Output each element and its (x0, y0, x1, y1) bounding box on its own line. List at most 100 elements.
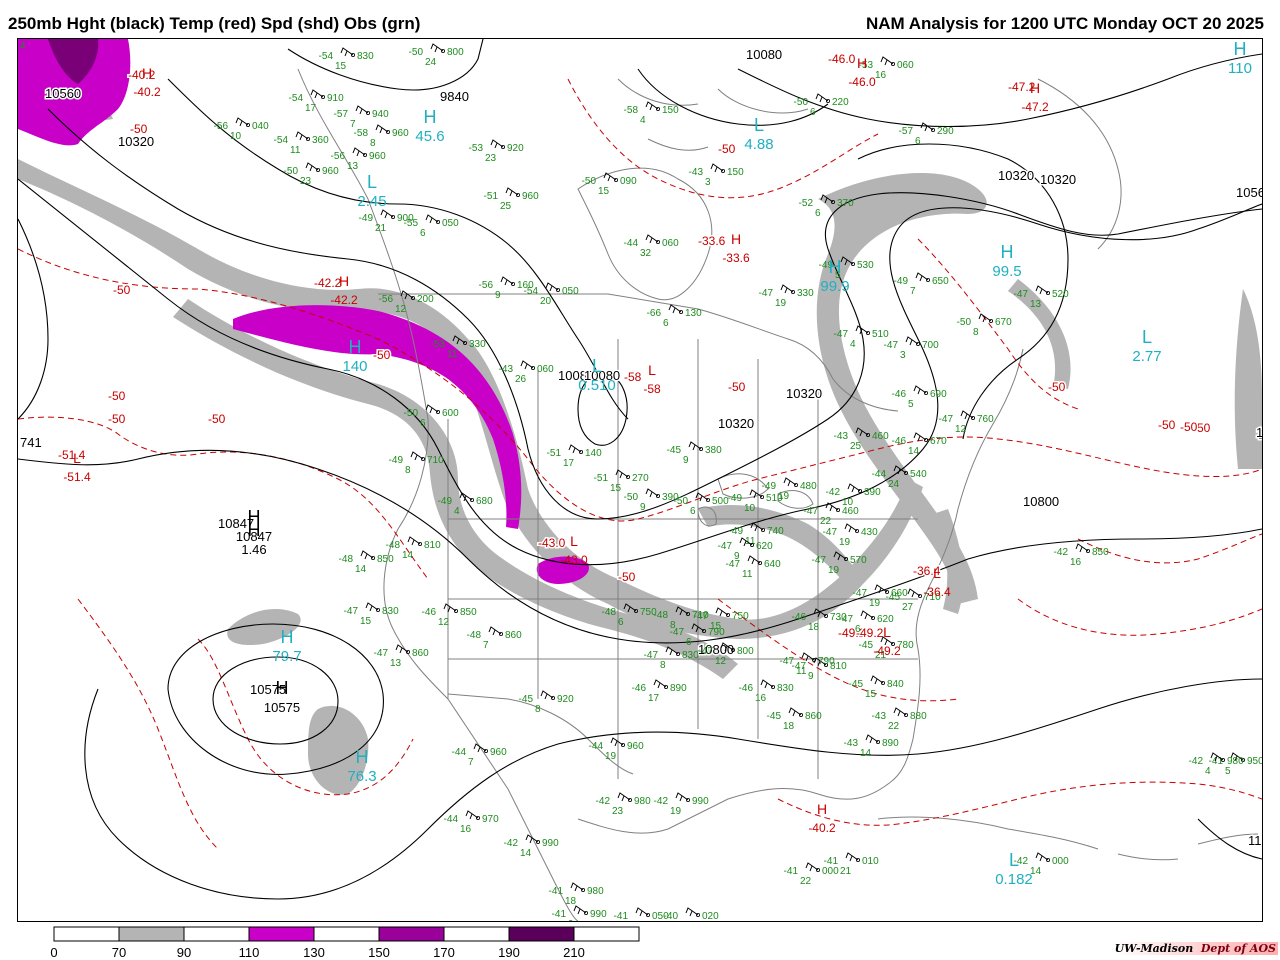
obs-temperature: -56 (479, 280, 494, 291)
obs-height: 530 (857, 260, 874, 271)
obs-secondary-value: 8 (535, 704, 541, 715)
extremum-value: 4.88 (744, 136, 773, 153)
obs-secondary-value: 11 (290, 145, 301, 156)
obs-height: 740 (767, 526, 784, 537)
obs-height: 510 (872, 329, 889, 340)
obs-temperature: -49 (729, 526, 744, 537)
obs-height: 640 (764, 559, 781, 570)
obs-height: 960 (490, 747, 507, 758)
obs-height: 960 (522, 191, 539, 202)
temperature-label: -50 (108, 412, 126, 426)
station-plot: -42 980 23 (596, 792, 651, 817)
obs-height: 050 (562, 286, 579, 297)
obs-secondary-value: 8 (405, 465, 411, 476)
obs-secondary-value: 17 (563, 458, 575, 469)
station-plot: -45 840 15 (849, 675, 904, 700)
obs-secondary-value: 18 (565, 896, 577, 907)
obs-secondary-value: 6 (420, 418, 426, 429)
obs-temperature: -49 (438, 496, 453, 507)
obs-height: 970 (482, 814, 499, 825)
obs-secondary-value: 6 (420, 228, 426, 239)
obs-height: 270 (632, 473, 649, 484)
obs-secondary-value: 23 (485, 153, 497, 164)
obs-secondary-value: 24 (888, 479, 900, 490)
station-plot: -48 850 14 (339, 550, 394, 575)
extremum-value: -49.2 (873, 644, 901, 658)
obs-temperature: -43 (834, 431, 849, 442)
station-plot: -48 810 14 (386, 536, 441, 561)
extremum-marker: H45.6 (415, 107, 444, 145)
height-label: 9840 (440, 89, 469, 104)
station-plot: -44 960 19 (589, 737, 644, 762)
extremum-value: 0.182 (995, 871, 1033, 888)
extremum-value: -46.0 (848, 75, 876, 89)
obs-temperature: -50 (624, 492, 639, 503)
extremum-letter: H (1001, 242, 1014, 262)
extremum-letter: H (731, 231, 741, 247)
extremum-marker: L4.88 (744, 115, 773, 153)
station-plot: -47 640 11 (726, 555, 781, 580)
obs-secondary-value: 10 (230, 131, 242, 142)
caribbean-islands (877, 816, 1259, 861)
obs-temperature: -42 (826, 487, 841, 498)
obs-height: 980 (634, 796, 651, 807)
obs-temperature: -48 (602, 607, 617, 618)
height-label: 10320 (998, 168, 1034, 183)
obs-height: 220 (832, 97, 849, 108)
obs-temperature: -51 (594, 473, 609, 484)
obs-secondary-value: 12 (438, 617, 450, 628)
obs-temperature: -47 (726, 559, 741, 570)
colorbar-segment (248, 926, 315, 942)
extremum-letter: L (883, 624, 891, 640)
obs-temperature: -58 (354, 128, 369, 139)
obs-temperature: -50 (794, 97, 809, 108)
station-plot: -45 860 18 (767, 707, 822, 732)
obs-temperature: -40 (664, 911, 679, 921)
extremum-value: 10847 (236, 529, 272, 544)
obs-secondary-value: 17 (648, 693, 660, 704)
obs-height: 920 (557, 694, 574, 705)
obs-temperature: -42 (1189, 756, 1204, 767)
station-plot: -49 650 7 (894, 272, 949, 297)
obs-temperature: -43 (499, 364, 514, 375)
height-contour-far-west (18, 218, 49, 420)
temp-contour-9 (77, 598, 219, 850)
extremum-letter: H (276, 678, 289, 698)
obs-secondary-value: 8 (660, 660, 666, 671)
obs-temperature: -49 (389, 455, 404, 466)
height-contour-10320-north (737, 53, 1262, 128)
temperature-label: -33.6 (698, 234, 726, 248)
obs-secondary-value: 17 (305, 103, 317, 114)
obs-temperature: -54 (319, 51, 334, 62)
obs-height: 060 (897, 60, 914, 71)
extremum-letter: L (754, 115, 764, 135)
station-plot: -47 700 3 (884, 336, 939, 361)
obs-secondary-value: 9 (495, 290, 501, 301)
station-plot: -45 920 8 (519, 690, 574, 715)
temperature-label: -50 (108, 389, 126, 403)
station-plot: -54 360 11 (274, 131, 329, 156)
extremum-letter: L (933, 565, 941, 581)
height-label: 10800 (1023, 494, 1059, 509)
obs-height: 960 (369, 151, 386, 162)
obs-secondary-value: 9 (683, 455, 689, 466)
obs-height: 980 (1227, 756, 1244, 767)
obs-height: 760 (977, 414, 994, 425)
obs-temperature: -46 (422, 607, 437, 618)
extremum-marker: L2.45 (357, 172, 386, 210)
obs-secondary-value: 5 (908, 399, 914, 410)
obs-secondary-value: 22 (888, 721, 900, 732)
obs-temperature: -49 (894, 276, 909, 287)
obs-secondary-value: 6 (855, 624, 861, 635)
obs-secondary-value: 26 (515, 374, 527, 385)
station-plot: -51 140 17 (547, 444, 602, 469)
temperature-label: -50 (1180, 420, 1198, 434)
colorbar-segment (573, 926, 640, 942)
obs-temperature: -48 (654, 610, 669, 621)
extremum-marker: H -40.2 (808, 801, 836, 835)
obs-secondary-value: 3 (705, 177, 711, 188)
station-plot: -41 990 9 (552, 905, 607, 921)
obs-secondary-value: 13 (1030, 299, 1042, 310)
obs-secondary-value: 6 (686, 637, 692, 648)
obs-temperature: -47 (699, 646, 714, 657)
